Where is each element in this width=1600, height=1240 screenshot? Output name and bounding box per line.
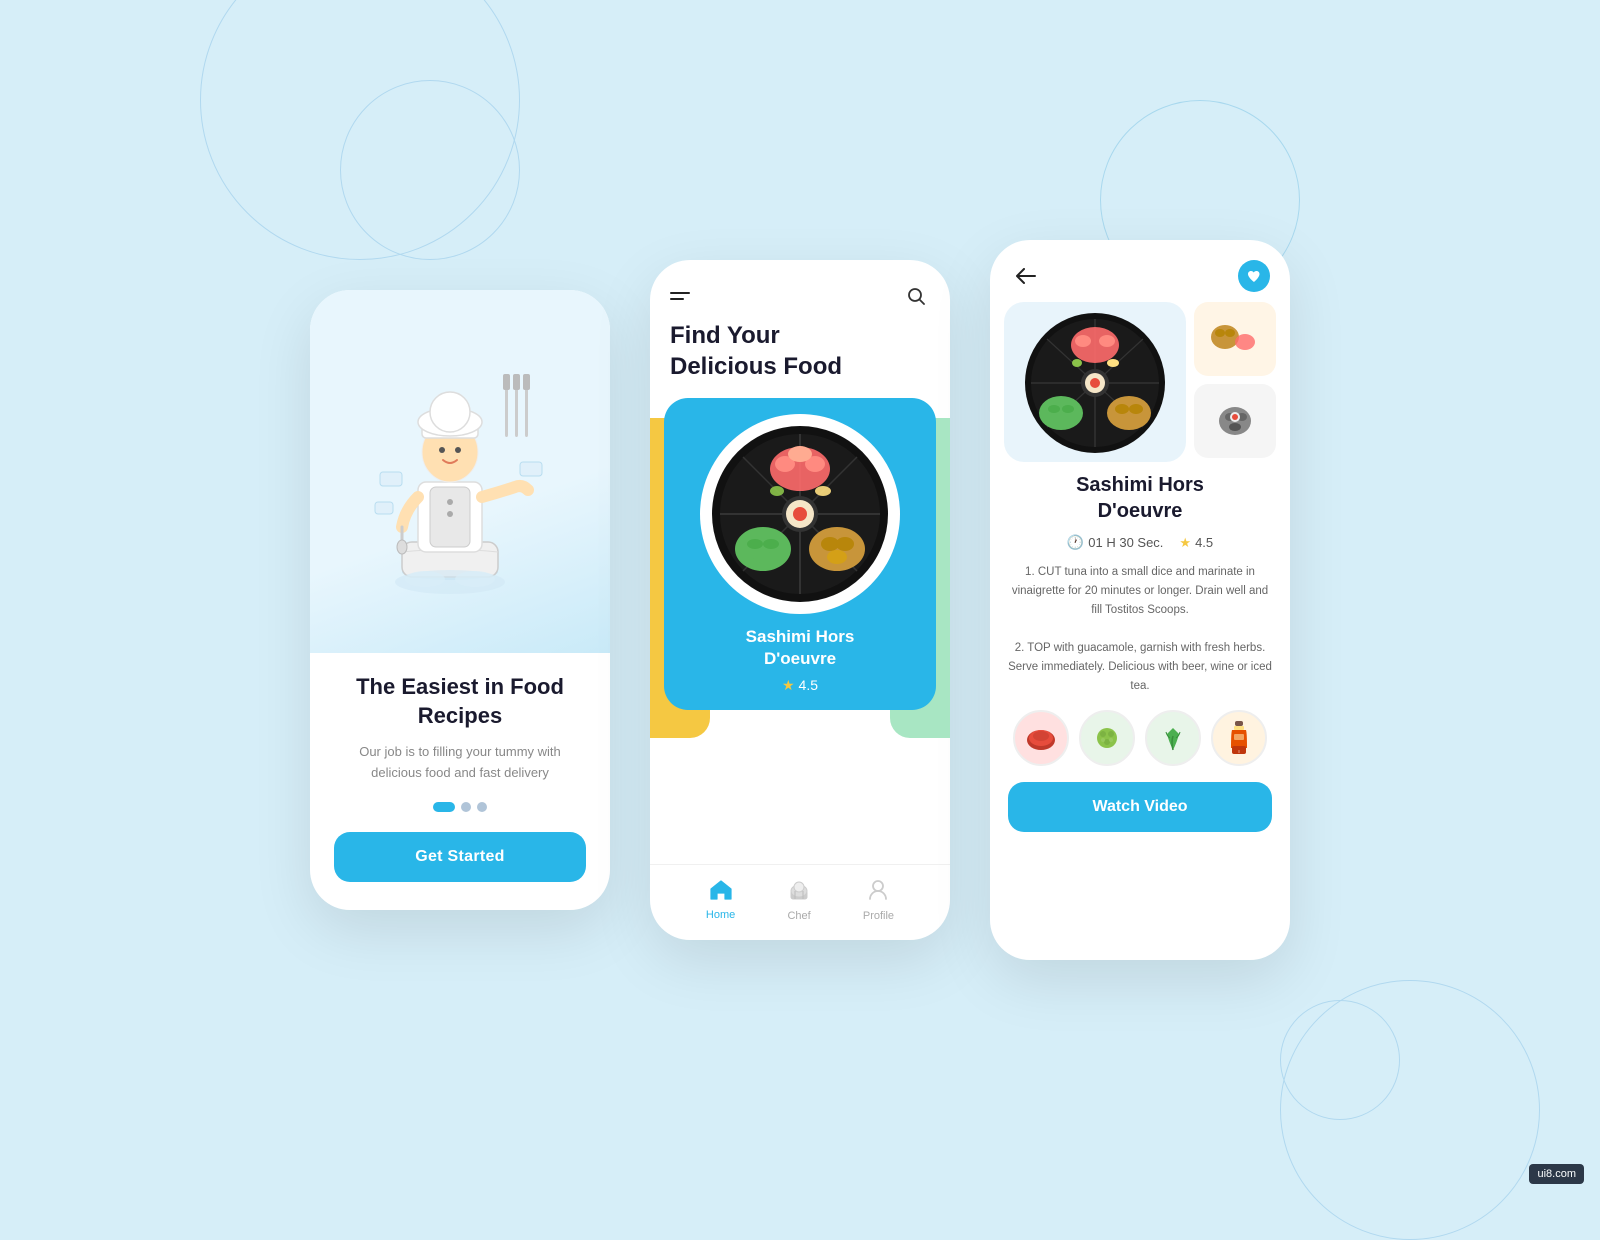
phone2-nav: Home Chef <box>650 864 950 940</box>
phone2-heading: Find Your Delicious Food <box>650 320 950 398</box>
nav-home-label: Home <box>706 909 735 921</box>
ingredients-row <box>1008 710 1272 766</box>
phone3-content: Sashimi Hors D'oeuvre 🕐 01 H 30 Sec. ★ 4… <box>990 472 1290 960</box>
watermark: ui8.com <box>1529 1164 1584 1184</box>
search-icon[interactable] <box>902 282 930 310</box>
phone1-illustration <box>310 290 610 653</box>
dot-2 <box>461 802 471 812</box>
food-image-main <box>700 414 900 614</box>
side-food-image-1 <box>1194 302 1276 376</box>
hamburger-line-1 <box>670 292 690 294</box>
phone1-onboarding: The Easiest in Food Recipes Our job is t… <box>310 290 610 910</box>
food-card-name: Sashimi Hors D'oeuvre <box>746 626 855 670</box>
star-icon: ★ <box>782 677 795 694</box>
profile-icon <box>868 879 888 907</box>
phone2-food-list: Find Your Delicious Food <box>650 260 950 940</box>
phone1-subtitle: Our job is to filling your tummy with de… <box>334 742 586 784</box>
dots-indicator <box>433 802 487 812</box>
side-dish-1-svg <box>1200 307 1270 371</box>
nav-chef-label: Chef <box>787 910 810 922</box>
hamburger-line-2 <box>670 298 684 300</box>
chef-illustration <box>350 332 570 612</box>
nav-profile-label: Profile <box>863 910 894 922</box>
main-dish-image <box>1004 302 1186 462</box>
food-cards-area: Sashimi Hors D'oeuvre ★ 4.5 <box>650 398 950 864</box>
dish-title: Sashimi Hors D'oeuvre <box>1008 472 1272 524</box>
ingredient-3 <box>1145 710 1201 766</box>
main-dish-svg <box>1005 305 1185 460</box>
phone3-header <box>990 240 1290 302</box>
dot-3 <box>477 802 487 812</box>
nav-home[interactable]: Home <box>706 880 735 921</box>
phone1-content: The Easiest in Food Recipes Our job is t… <box>310 653 610 910</box>
favorite-button[interactable] <box>1238 260 1270 292</box>
sashimi-svg <box>705 419 895 609</box>
side-dish-2-svg <box>1200 389 1270 453</box>
dish-time: 🕐 01 H 30 Sec. <box>1067 534 1164 551</box>
side-food-image-2 <box>1194 384 1276 458</box>
dish-description: 1. CUT tuna into a small dice and marina… <box>1008 563 1272 696</box>
back-button[interactable] <box>1010 260 1042 292</box>
ingredient-2 <box>1079 710 1135 766</box>
watch-video-button[interactable]: Watch Video <box>1008 782 1272 832</box>
phones-container: The Easiest in Food Recipes Our job is t… <box>310 240 1290 960</box>
clock-icon: 🕐 <box>1067 534 1084 551</box>
dish-meta: 🕐 01 H 30 Sec. ★ 4.5 <box>1008 534 1272 551</box>
nav-chef[interactable]: Chef <box>787 879 811 922</box>
food-card-rating: ★ 4.5 <box>782 677 818 694</box>
side-food-images <box>1194 302 1276 458</box>
phone2-header <box>650 260 950 320</box>
phone3-detail: Sashimi Hors D'oeuvre 🕐 01 H 30 Sec. ★ 4… <box>990 240 1290 960</box>
ingredient-1 <box>1013 710 1069 766</box>
food-card-main[interactable]: Sashimi Hors D'oeuvre ★ 4.5 <box>664 398 936 709</box>
get-started-button[interactable]: Get Started <box>334 832 586 882</box>
dish-rating: ★ 4.5 <box>1179 535 1213 551</box>
dot-1 <box>433 802 455 812</box>
nav-profile[interactable]: Profile <box>863 879 894 922</box>
star-icon-detail: ★ <box>1179 535 1191 551</box>
phone1-title: The Easiest in Food Recipes <box>334 673 586 730</box>
chef-icon <box>787 879 811 907</box>
ingredient-4 <box>1211 710 1267 766</box>
phone3-food-images <box>990 302 1290 462</box>
home-icon <box>710 880 732 906</box>
hamburger-menu-icon[interactable] <box>670 292 690 300</box>
